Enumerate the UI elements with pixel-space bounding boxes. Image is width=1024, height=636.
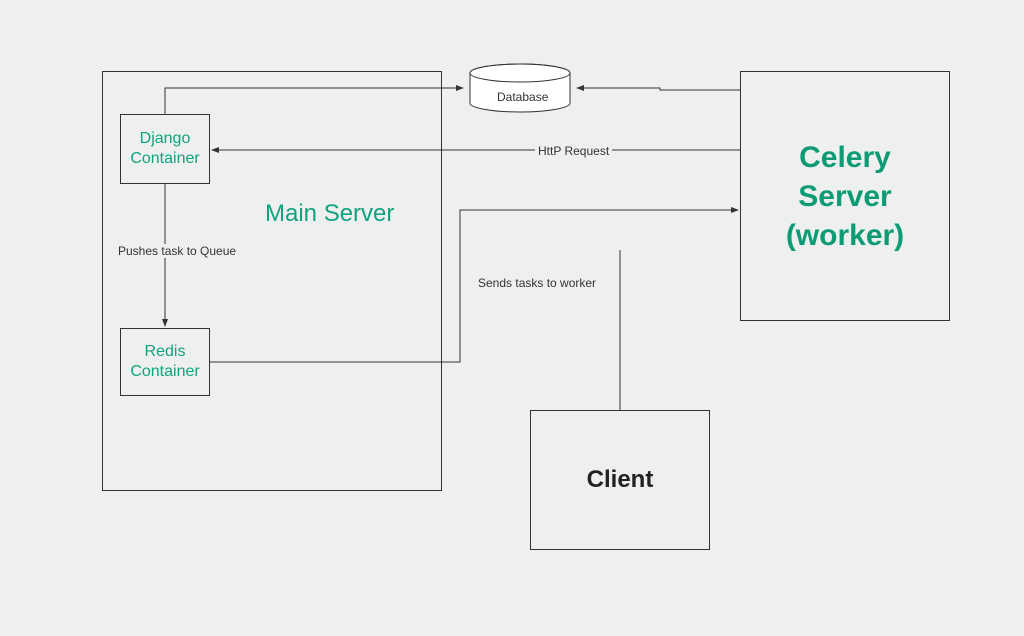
celery-server-label: Celery Server (worker)	[786, 138, 904, 255]
client-box: Client	[530, 410, 710, 550]
client-label: Client	[587, 466, 654, 494]
django-container-box: Django Container	[120, 114, 210, 184]
edge-label-push-queue: Pushes task to Queue	[115, 244, 239, 258]
database-icon	[465, 63, 575, 113]
database-label: Database	[497, 90, 548, 104]
edge-label-http-request: HttP Request	[535, 144, 612, 158]
edge-label-sends-tasks: Sends tasks to worker	[475, 276, 599, 290]
main-server-label: Main Server	[265, 200, 394, 228]
redis-container-box: Redis Container	[120, 328, 210, 396]
django-container-label: Django Container	[130, 129, 199, 169]
redis-container-label: Redis Container	[130, 342, 199, 382]
celery-server-box: Celery Server (worker)	[740, 71, 950, 321]
